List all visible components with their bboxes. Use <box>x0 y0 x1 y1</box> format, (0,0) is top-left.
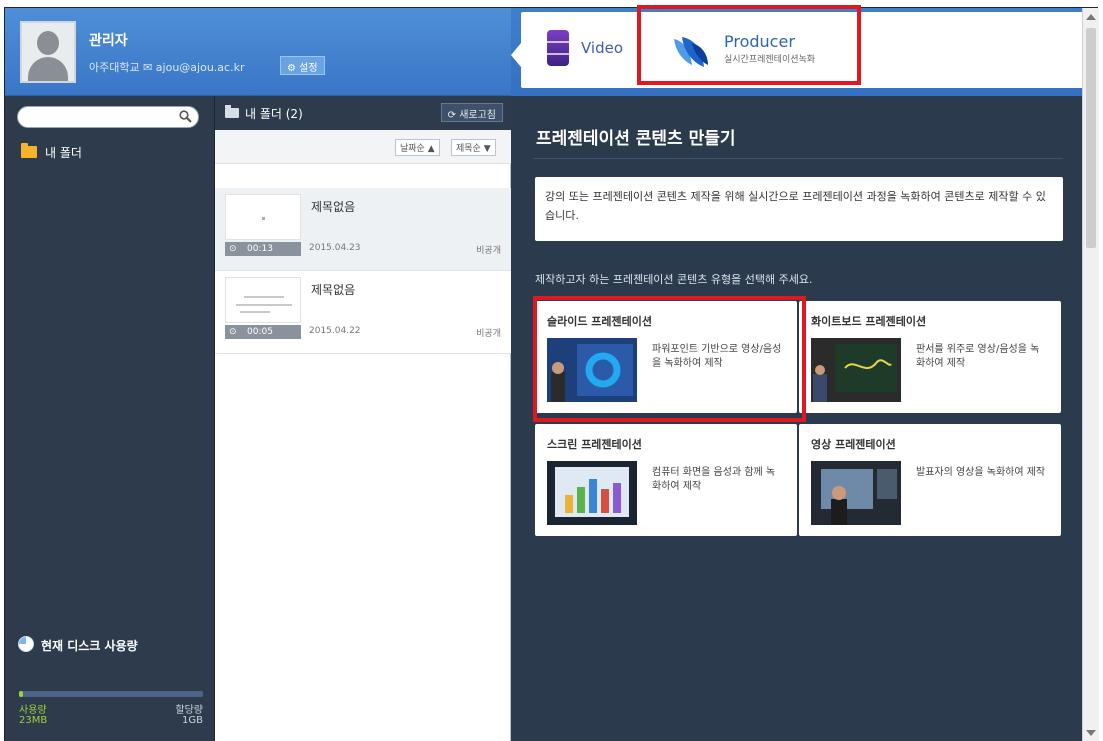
card-description: 판서를 위주로 영상/음성을 녹화하여 제작 <box>916 344 1040 369</box>
pie-chart-icon <box>18 636 34 652</box>
thumbnail-mark <box>262 217 265 220</box>
disk-usage-fill <box>19 691 23 697</box>
folder-panel-header: 내 폴더 (2) ⟳ 새로고침 <box>215 96 511 130</box>
quota-value: 1GB <box>182 715 203 726</box>
card-title: 스크린 프레젠테이션 <box>547 438 642 451</box>
scroll-thumb[interactable] <box>1086 28 1096 248</box>
folder-icon <box>225 105 239 118</box>
card-screen-presentation[interactable]: 스크린 프레젠테이션 컴퓨터 화면을 음성과 함께 녹화하여 제작 <box>535 424 797 536</box>
disk-usage-bar <box>19 691 203 697</box>
avatar-body <box>28 57 68 81</box>
folder-panel: 내 폴더 (2) ⟳ 새로고침 날짜순 ▲ 제목순 ▼ 제목없음 00:13 2… <box>215 96 511 741</box>
card-video-presentation[interactable]: 영상 프레젠테이션 발표자의 영상을 녹화하여 제작 <box>799 424 1061 536</box>
profile-header: 관리자 아주대학교 ✉ ajou@ajou.ac.kr ⚙ 설정 <box>5 8 511 96</box>
card-title: 영상 프레젠테이션 <box>811 438 896 451</box>
sort-by-title-button[interactable]: 제목순 ▼ <box>451 139 496 156</box>
quota-label: 할당량 <box>175 705 203 716</box>
list-item[interactable]: 제목없음 00:05 2015.04.22 비공개 <box>215 271 511 354</box>
thumbnail-line <box>244 296 284 298</box>
highlight-box-slide-presentation <box>533 296 806 422</box>
user-name: 관리자 <box>89 33 128 49</box>
tab-video[interactable]: Video <box>547 30 647 68</box>
avatar[interactable] <box>20 21 76 83</box>
file-visibility: 비공개 <box>476 329 501 339</box>
card-description: 컴퓨터 화면을 음성과 함께 녹화하여 제작 <box>652 467 776 492</box>
settings-button[interactable]: ⚙ 설정 <box>280 56 325 75</box>
avatar-head <box>37 31 59 55</box>
video-icon <box>547 30 569 66</box>
disk-usage-panel: 현재 디스크 사용량 사용량 23MB 할당량 1GB <box>5 626 215 741</box>
used-value: 23MB <box>19 715 48 726</box>
user-org-email: 아주대학교 ✉ ajou@ajou.ac.kr <box>89 61 245 74</box>
screen-presentation-thumbnail <box>547 461 637 525</box>
sidebar-item-label: 내 폴더 <box>45 146 82 160</box>
refresh-button[interactable]: ⟳ 새로고침 <box>440 103 503 122</box>
video-presentation-thumbnail <box>811 461 901 525</box>
highlight-box-producer <box>637 5 861 85</box>
list-item[interactable]: 제목없음 00:13 2015.04.23 비공개 <box>215 188 511 271</box>
whiteboard-presentation-thumbnail <box>811 338 901 402</box>
thumbnail-line <box>236 304 292 306</box>
search-input[interactable] <box>17 106 199 128</box>
scroll-down-icon[interactable] <box>1086 730 1096 736</box>
card-description: 발표자의 영상을 녹화하여 제작 <box>916 467 1046 478</box>
file-meta: 00:05 2015.04.22 비공개 <box>225 325 501 341</box>
folder-icon <box>21 143 37 158</box>
file-meta: 00:13 2015.04.23 비공개 <box>225 242 501 258</box>
producer-app-window: 관리자 아주대학교 ✉ ajou@ajou.ac.kr ⚙ 설정 Video P… <box>4 5 1099 741</box>
sidebar: 내 폴더 현재 디스크 사용량 사용량 23MB 할당량 1GB <box>5 96 215 741</box>
file-thumbnail <box>225 194 301 240</box>
file-thumbnail <box>225 277 301 323</box>
file-date: 2015.04.23 <box>309 243 361 253</box>
card-whiteboard-presentation[interactable]: 화이트보드 프레젠테이션 판서를 위주로 영상/음성을 녹화하여 제작 <box>799 301 1061 413</box>
file-date: 2015.04.22 <box>309 326 361 336</box>
vertical-scrollbar[interactable] <box>1082 8 1099 741</box>
file-visibility: 비공개 <box>476 246 501 256</box>
page-title: 프레젠테이션 콘텐츠 만들기 <box>536 129 736 149</box>
file-duration: 00:13 <box>225 242 301 256</box>
tab-video-label: Video <box>581 39 624 57</box>
scroll-up-icon[interactable] <box>1086 14 1096 20</box>
sort-bar: 날짜순 ▲ 제목순 ▼ <box>215 130 511 164</box>
used-label: 사용량 <box>19 705 47 716</box>
file-title: 제목없음 <box>311 200 356 214</box>
divider <box>533 158 1063 159</box>
disk-usage-title: 현재 디스크 사용량 <box>41 639 138 653</box>
file-title: 제목없음 <box>311 283 356 297</box>
search-icon[interactable] <box>179 110 192 123</box>
card-title: 화이트보드 프레젠테이션 <box>811 315 927 328</box>
folder-panel-title: 내 폴더 (2) <box>245 107 303 121</box>
thumbnail-line <box>240 311 270 313</box>
sort-by-date-button[interactable]: 날짜순 ▲ <box>395 139 440 156</box>
file-duration: 00:05 <box>225 325 301 339</box>
tabs-pointer-arrow <box>511 43 521 67</box>
selection-prompt: 제작하고자 하는 프레젠테이션 콘텐츠 유형을 선택해 주세요. <box>535 273 813 286</box>
description-box: 강의 또는 프레젠테이션 콘텐츠 제작을 위해 실시간으로 프레젠테이션 과정을… <box>535 177 1063 241</box>
